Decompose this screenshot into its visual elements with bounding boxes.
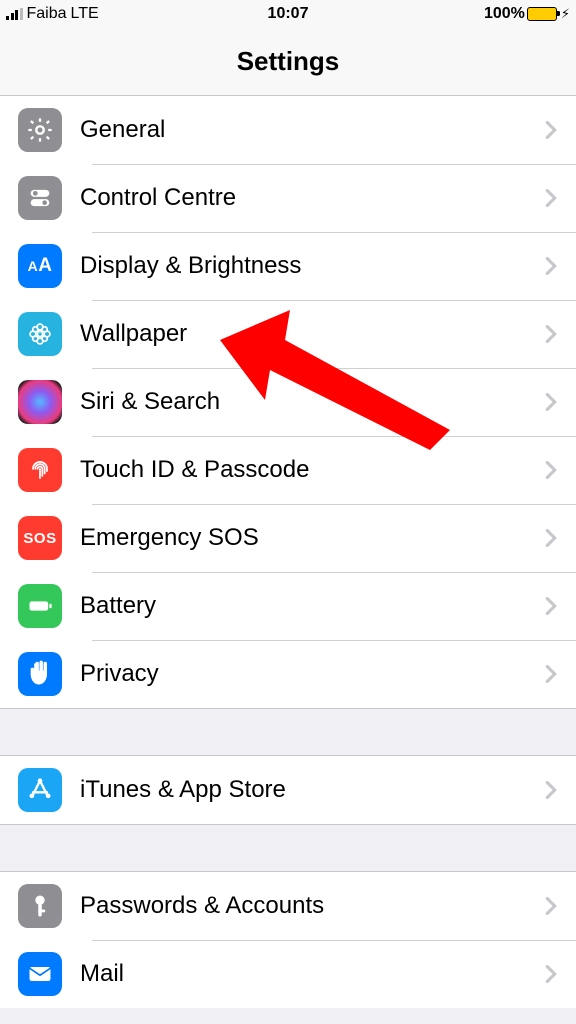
chevron-right-icon [544, 780, 558, 800]
row-battery[interactable]: Battery [0, 572, 576, 640]
chevron-right-icon [544, 188, 558, 208]
chevron-right-icon [544, 256, 558, 276]
chevron-right-icon [544, 120, 558, 140]
settings-section-1: General Control Centre AA Display & Brig… [0, 96, 576, 708]
app-store-icon [18, 768, 62, 812]
chevron-right-icon [544, 528, 558, 548]
chevron-right-icon [544, 896, 558, 916]
status-left: Faiba LTE [6, 5, 268, 23]
settings-section-2: iTunes & App Store [0, 756, 576, 824]
siri-icon [18, 380, 62, 424]
chevron-right-icon [544, 664, 558, 684]
row-label: Control Centre [80, 184, 544, 212]
battery-icon [527, 7, 557, 21]
settings-section-3: Passwords & Accounts Mail [0, 872, 576, 1008]
section-separator [0, 824, 576, 872]
page-title: Settings [237, 46, 340, 77]
row-label: General [80, 116, 544, 144]
row-wallpaper[interactable]: Wallpaper [0, 300, 576, 368]
row-privacy[interactable]: Privacy [0, 640, 576, 708]
row-control-centre[interactable]: Control Centre [0, 164, 576, 232]
battery-percent: 100% [484, 5, 525, 23]
row-label: Privacy [80, 660, 544, 688]
row-mail[interactable]: Mail [0, 940, 576, 1008]
hand-icon [18, 652, 62, 696]
toggle-icon [18, 176, 62, 220]
row-passwords-accounts[interactable]: Passwords & Accounts [0, 872, 576, 940]
section-separator [0, 708, 576, 756]
status-bar: Faiba LTE 10:07 100% ⚡︎ [0, 0, 576, 28]
chevron-right-icon [544, 324, 558, 344]
signal-icon [6, 8, 23, 20]
chevron-right-icon [544, 964, 558, 984]
fingerprint-icon [18, 448, 62, 492]
chevron-right-icon [544, 596, 558, 616]
row-label: Battery [80, 592, 544, 620]
row-siri-search[interactable]: Siri & Search [0, 368, 576, 436]
row-label: Emergency SOS [80, 524, 544, 552]
row-label: Touch ID & Passcode [80, 456, 544, 484]
row-general[interactable]: General [0, 96, 576, 164]
sos-icon: SOS [18, 516, 62, 560]
chevron-right-icon [544, 392, 558, 412]
charging-icon: ⚡︎ [561, 6, 570, 22]
gear-icon [18, 108, 62, 152]
battery-icon [18, 584, 62, 628]
row-label: Mail [80, 960, 544, 988]
mail-icon [18, 952, 62, 996]
row-touch-id-passcode[interactable]: Touch ID & Passcode [0, 436, 576, 504]
row-itunes-app-store[interactable]: iTunes & App Store [0, 756, 576, 824]
row-label: Passwords & Accounts [80, 892, 544, 920]
flower-icon [18, 312, 62, 356]
key-icon [18, 884, 62, 928]
row-label: iTunes & App Store [80, 776, 544, 804]
navbar: Settings [0, 28, 576, 96]
clock: 10:07 [268, 5, 309, 23]
status-right: 100% ⚡︎ [308, 5, 570, 23]
carrier-label: Faiba [27, 5, 67, 23]
row-display-brightness[interactable]: AA Display & Brightness [0, 232, 576, 300]
network-label: LTE [71, 5, 99, 23]
row-label: Siri & Search [80, 388, 544, 416]
row-label: Wallpaper [80, 320, 544, 348]
row-emergency-sos[interactable]: SOS Emergency SOS [0, 504, 576, 572]
chevron-right-icon [544, 460, 558, 480]
text-size-icon: AA [18, 244, 62, 288]
row-label: Display & Brightness [80, 252, 544, 280]
